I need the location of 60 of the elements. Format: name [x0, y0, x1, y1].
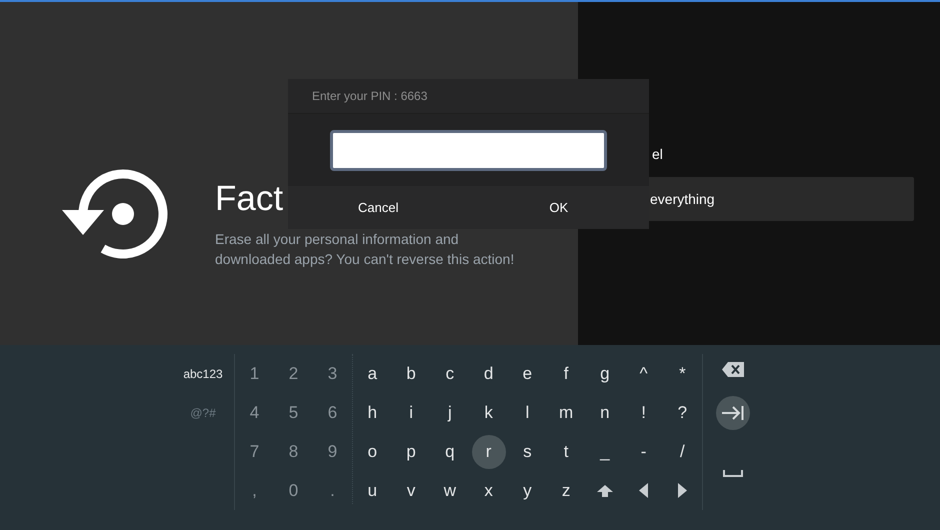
letter-key[interactable]: -: [626, 434, 661, 468]
letter-key[interactable]: *: [665, 356, 700, 390]
letter-key[interactable]: i: [394, 396, 428, 430]
digit-key[interactable]: 2: [276, 356, 310, 390]
letter-key[interactable]: e: [510, 356, 544, 390]
right-arrow-icon: [678, 483, 687, 498]
letter-key[interactable]: j: [432, 396, 467, 430]
digit-key[interactable]: 4: [238, 396, 272, 430]
letter-key[interactable]: r: [472, 434, 506, 468]
letter-key[interactable]: ?: [665, 396, 700, 430]
letter-key[interactable]: o: [355, 434, 390, 468]
letter-key[interactable]: y: [510, 474, 544, 508]
letter-key[interactable]: _: [588, 434, 622, 468]
letter-key[interactable]: u: [355, 474, 390, 508]
letter-key[interactable]: p: [394, 434, 428, 468]
tab-arrow-icon: [722, 406, 744, 420]
dialog-title: Enter your PIN : 6663: [312, 89, 428, 103]
digit-key[interactable]: .: [316, 474, 350, 508]
digit-key[interactable]: 0: [276, 474, 310, 508]
digit-key[interactable]: ,: [238, 474, 272, 508]
letter-key[interactable]: g: [588, 356, 622, 390]
letter-key[interactable]: l: [510, 396, 544, 430]
letter-key[interactable]: n: [588, 396, 622, 430]
letter-key[interactable]: a: [355, 356, 390, 390]
letter-key[interactable]: b: [394, 356, 428, 390]
letter-key[interactable]: d: [472, 356, 506, 390]
left-arrow-icon: [639, 483, 648, 498]
letter-key[interactable]: t: [549, 434, 584, 468]
dialog-button[interactable]: Cancel: [288, 186, 468, 229]
letter-key[interactable]: h: [355, 396, 390, 430]
mode-tab[interactable]: abc123: [172, 354, 234, 393]
space-bar-icon: [723, 470, 743, 476]
letter-key[interactable]: w: [432, 474, 467, 508]
letter-key[interactable]: m: [549, 396, 584, 430]
letter-key[interactable]: v: [394, 474, 428, 508]
enter-key[interactable]: [716, 396, 750, 430]
pin-input-field[interactable]: [330, 130, 607, 171]
digit-key[interactable]: 5: [276, 396, 310, 430]
digit-key[interactable]: 9: [316, 434, 350, 468]
digit-key[interactable]: 6: [316, 396, 350, 430]
letter-key[interactable]: z: [549, 474, 584, 508]
letter-key[interactable]: x: [472, 474, 506, 508]
description-text: Erase all your personal information and downloaded apps? You can't reverse this action!: [215, 230, 516, 269]
letter-key[interactable]: !: [626, 396, 661, 430]
digit-key[interactable]: 8: [276, 434, 310, 468]
letter-key[interactable]: k: [472, 396, 506, 430]
letter-key[interactable]: f: [549, 356, 584, 390]
digit-key[interactable]: 1: [238, 356, 272, 390]
page-title: Fact: [215, 179, 284, 219]
letter-key[interactable]: c: [432, 356, 467, 390]
letter-key[interactable]: q: [432, 434, 467, 468]
letter-key[interactable]: /: [665, 434, 700, 468]
option-text: everything: [650, 191, 715, 207]
up-arrow-icon: [596, 484, 613, 496]
backspace-icon: [722, 362, 744, 376]
digit-key[interactable]: 3: [316, 356, 350, 390]
letter-key[interactable]: s: [510, 434, 544, 468]
letter-key[interactable]: ^: [626, 356, 661, 390]
digit-key[interactable]: 7: [238, 434, 272, 468]
option-label: el: [652, 145, 664, 163]
